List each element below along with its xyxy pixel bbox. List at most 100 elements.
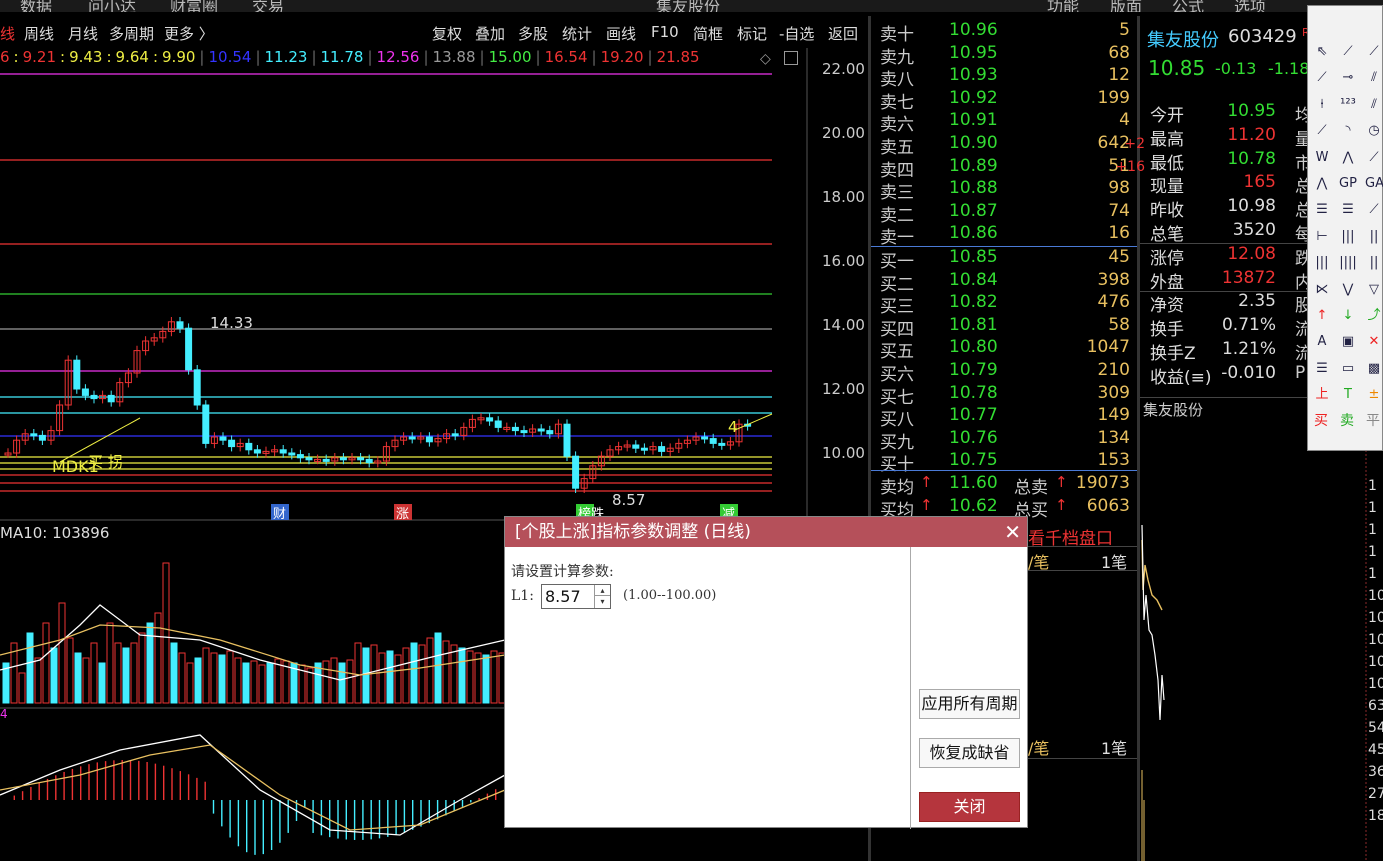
level-price[interactable]: 10.79 xyxy=(949,360,998,380)
draw-button[interactable]: 画线 xyxy=(606,23,636,44)
circle-icon[interactable]: ◷ xyxy=(1365,122,1383,140)
level-price[interactable]: 10.86 xyxy=(949,223,998,243)
trade-mark-glyph[interactable]: 买 xyxy=(1314,410,1328,430)
sell-icon[interactable]: T xyxy=(1339,386,1357,404)
mark-button[interactable]: 标记 xyxy=(737,23,767,44)
ruler-icon[interactable]: ▭ xyxy=(1339,360,1357,378)
level-price[interactable]: 10.87 xyxy=(949,201,998,221)
trend-icon[interactable]: ⟋ xyxy=(1365,149,1383,167)
w-icon[interactable]: ⋀ xyxy=(1313,175,1331,193)
level-price[interactable]: 10.88 xyxy=(949,178,998,198)
down-angle-icon[interactable]: ⋁ xyxy=(1339,281,1357,299)
intraday-mini-chart[interactable] xyxy=(1140,420,1383,861)
spin-down-icon[interactable]: ▾ xyxy=(594,596,610,608)
level-price[interactable]: 10.91 xyxy=(949,110,998,130)
f10-button[interactable]: F10 xyxy=(651,23,679,41)
level-price[interactable]: 10.78 xyxy=(949,383,998,403)
period2-icon[interactable]: |||| xyxy=(1339,254,1357,272)
simple-frame-button[interactable]: 简框 xyxy=(693,23,723,44)
menu-item-options[interactable]: 选项 xyxy=(1234,0,1266,12)
overlay-button[interactable]: 叠加 xyxy=(475,23,505,44)
buy-icon[interactable]: 上 xyxy=(1313,386,1331,404)
volume-bar xyxy=(250,660,258,704)
period-icon[interactable]: ||| xyxy=(1313,254,1331,272)
stats-button[interactable]: 统计 xyxy=(562,23,592,44)
multi-stock-button[interactable]: 多股 xyxy=(518,23,548,44)
period-monthly-tab[interactable]: 月线 xyxy=(68,23,98,44)
restore-default-button[interactable]: 恢复成缺省 xyxy=(919,738,1020,768)
param-input[interactable] xyxy=(545,587,591,606)
arc-icon[interactable]: ◝ xyxy=(1339,122,1357,140)
orderbook-row: 卖一 10.86 16 xyxy=(871,223,1137,248)
level-price[interactable]: 10.82 xyxy=(949,292,998,312)
level-price[interactable]: 10.95 xyxy=(949,43,998,63)
adjust-button[interactable]: 复权 xyxy=(432,23,462,44)
vline-icon[interactable]: ⍿ xyxy=(1313,96,1331,114)
ray-icon[interactable]: ⟋ xyxy=(1365,43,1383,61)
level-price[interactable]: 10.85 xyxy=(949,247,998,267)
level-price[interactable]: 10.77 xyxy=(949,405,998,425)
level-price[interactable]: 10.75 xyxy=(949,450,998,470)
diamond-icon[interactable]: ◇ xyxy=(760,51,771,67)
level-price[interactable]: 10.96 xyxy=(949,20,998,40)
price-icon[interactable]: ¹²³ xyxy=(1339,96,1357,114)
trade-mark-glyph[interactable]: 卖 xyxy=(1340,410,1354,430)
level-price[interactable]: 10.92 xyxy=(949,88,998,108)
fan-icon[interactable]: ⟋ xyxy=(1313,122,1331,140)
level-price[interactable]: 10.80 xyxy=(949,337,998,357)
period-daily-tab[interactable]: 线 xyxy=(0,23,15,44)
wave2-icon[interactable]: ⋀ xyxy=(1339,149,1357,167)
bars-icon[interactable]: ||| xyxy=(1339,228,1357,246)
segment-icon[interactable]: ⟋ xyxy=(1313,69,1331,87)
up-arrow-icon[interactable]: ↑ xyxy=(1313,307,1331,325)
note-icon[interactable]: ☰ xyxy=(1313,360,1331,378)
trade-mark-glyph[interactable]: 平 xyxy=(1366,410,1380,430)
angle-icon[interactable]: ⋉ xyxy=(1313,281,1331,299)
cursor-icon[interactable]: ⇖ xyxy=(1313,43,1331,61)
hline-icon[interactable]: ⊸ xyxy=(1339,69,1357,87)
flat-icon[interactable]: ± xyxy=(1365,386,1383,404)
orderbook-row: 买八 10.77 149 xyxy=(871,405,1137,430)
level-price[interactable]: 10.90 xyxy=(949,133,998,153)
wave-icon[interactable]: W xyxy=(1313,149,1331,167)
gann-icon[interactable]: ☰ xyxy=(1313,201,1331,219)
level-price[interactable]: 10.81 xyxy=(949,315,998,335)
level-label: 卖四 xyxy=(880,160,914,181)
line-icon[interactable]: ⟋ xyxy=(1339,43,1357,61)
menu-item-function[interactable]: 功能 xyxy=(1047,0,1079,12)
channel-icon[interactable]: ⫽ xyxy=(1365,69,1383,87)
param-stepper[interactable]: ▴ ▾ xyxy=(541,584,611,609)
mark-icon[interactable]: ⤴ xyxy=(1365,307,1383,325)
chart-toolbar: 线 周线 月线 多周期 更多 〉 复权 叠加 多股 统计 画线 F10 简框 标… xyxy=(0,21,868,47)
close-icon[interactable]: ✕ xyxy=(1004,517,1021,547)
menu-item-formula[interactable]: 公式 xyxy=(1172,0,1204,12)
parallel-icon[interactable]: ⫽ xyxy=(1365,96,1383,114)
bars2-icon[interactable]: || xyxy=(1365,228,1383,246)
gp-icon[interactable]: GP xyxy=(1339,175,1357,193)
level-price[interactable]: 10.93 xyxy=(949,65,998,85)
fib-icon[interactable]: ⟋ xyxy=(1365,201,1383,219)
ga-icon[interactable]: GA xyxy=(1365,175,1383,193)
triangle-icon[interactable]: ▽ xyxy=(1365,281,1383,299)
period3-icon[interactable]: || xyxy=(1365,254,1383,272)
text-icon[interactable]: A xyxy=(1313,333,1331,351)
level-price[interactable]: 10.89 xyxy=(949,156,998,176)
dialog-title[interactable]: [个股上涨]指标参数调整 (日线) xyxy=(505,517,1027,547)
quote-value: -0.010 xyxy=(1221,362,1276,383)
down-arrow-icon[interactable]: ↓ xyxy=(1339,307,1357,325)
close-button[interactable]: 关闭 xyxy=(919,792,1020,822)
gann2-icon[interactable]: ☰ xyxy=(1339,201,1357,219)
level-price[interactable]: 10.76 xyxy=(949,428,998,448)
more-periods-tab[interactable]: 更多 〉 xyxy=(164,23,214,44)
apply-all-periods-button[interactable]: 应用所有周期 xyxy=(919,689,1020,719)
rect-icon[interactable]: ▣ xyxy=(1339,333,1357,351)
period-weekly-tab[interactable]: 周线 xyxy=(24,23,54,44)
multi-period-tab[interactable]: 多周期 xyxy=(109,23,154,44)
level-price[interactable]: 10.84 xyxy=(949,270,998,290)
img-icon[interactable]: ▩ xyxy=(1365,360,1383,378)
spin-up-icon[interactable]: ▴ xyxy=(594,585,610,596)
delete-icon[interactable]: ✕ xyxy=(1365,333,1383,351)
menu-item-layout[interactable]: 版面 xyxy=(1110,0,1142,12)
panel-toggle-icon[interactable] xyxy=(784,51,798,65)
bracket-icon[interactable]: ⊢ xyxy=(1313,228,1331,246)
